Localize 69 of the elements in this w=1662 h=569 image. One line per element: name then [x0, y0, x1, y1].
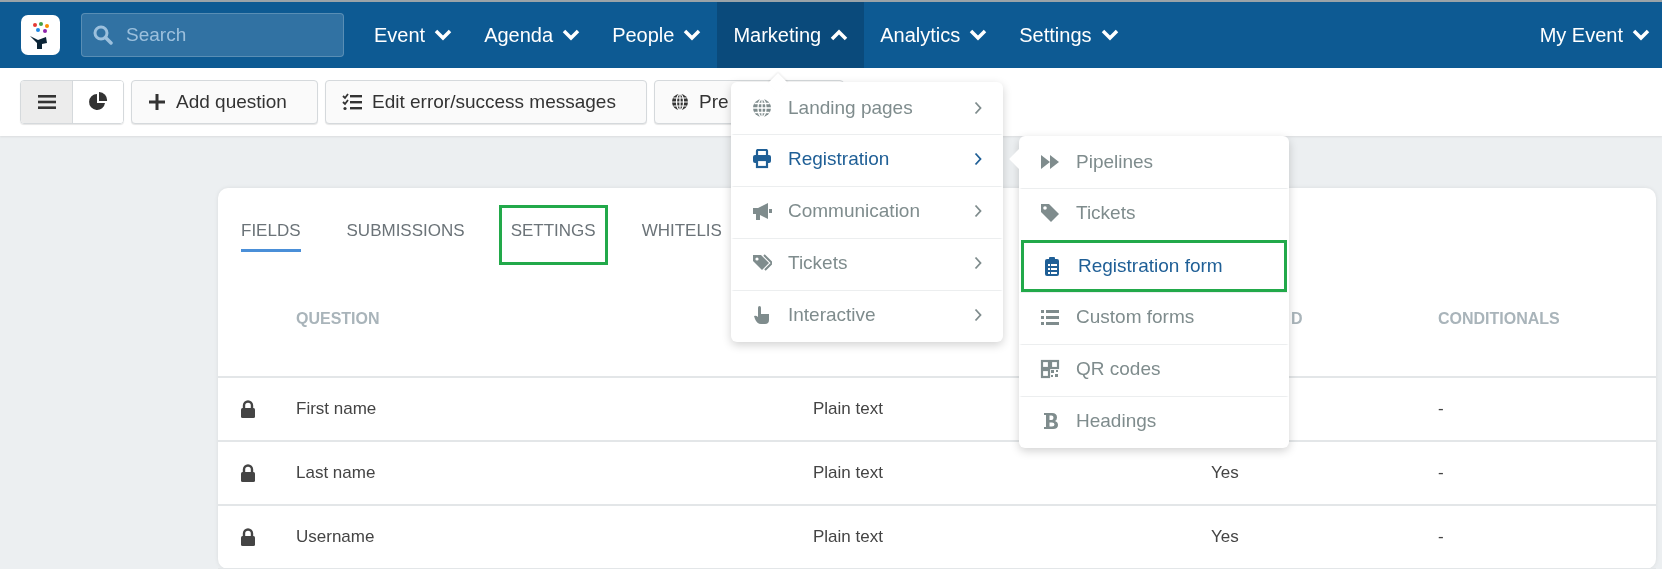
- nav-menu-item[interactable]: Marketing: [717, 2, 865, 68]
- chevron-down-icon: [1632, 29, 1650, 41]
- pointing-hand-icon: [752, 305, 772, 325]
- tab[interactable]: FIELDS: [229, 205, 313, 265]
- plus-icon: [148, 93, 166, 111]
- tags-icon: [752, 253, 772, 273]
- chevron-down-icon: [969, 29, 988, 41]
- menu-item[interactable]: Custom forms: [1019, 292, 1289, 344]
- menu-item[interactable]: QR codes: [1019, 344, 1289, 396]
- tab[interactable]: SETTINGS: [498, 205, 608, 265]
- menu-item[interactable]: Communication: [731, 186, 1003, 238]
- tag-icon: [1040, 203, 1060, 223]
- tab[interactable]: SUBMISSIONS: [334, 205, 477, 265]
- clipboard-list-icon: [1042, 256, 1062, 276]
- menu-item[interactable]: Tickets: [731, 238, 1003, 290]
- list-icon: [1040, 307, 1060, 327]
- logo-icon[interactable]: [21, 15, 60, 55]
- chevron-right-icon: [974, 308, 982, 322]
- fast-forward-icon: [1040, 152, 1060, 172]
- menu-item[interactable]: Headings: [1019, 396, 1289, 448]
- nav-menu-item[interactable]: Settings: [1003, 2, 1135, 68]
- table-cell-text: Plain text: [813, 397, 883, 420]
- column-header: QUESTION: [296, 308, 380, 329]
- menu-item[interactable]: Tickets: [1019, 188, 1289, 240]
- nav-menu-item[interactable]: Analytics: [864, 2, 1004, 68]
- menu-item[interactable]: Pipelines: [1019, 136, 1289, 188]
- chevron-down-icon: [683, 29, 702, 41]
- printer-icon: [752, 149, 772, 169]
- megaphone-icon: [752, 201, 772, 221]
- column-header: D: [1291, 308, 1303, 329]
- nav-menu-item[interactable]: Event: [358, 2, 469, 68]
- menu-icon: [37, 94, 56, 110]
- nav-menu-item[interactable]: People: [596, 2, 718, 68]
- toolbar-button[interactable]: Edit error/success messages: [325, 80, 647, 124]
- pie-chart-icon: [88, 92, 108, 112]
- chevron-right-icon: [974, 152, 982, 166]
- nav-menu-item[interactable]: Agenda: [468, 2, 597, 68]
- table-cell-text: -: [1438, 461, 1444, 484]
- chevron-right-icon: [974, 204, 982, 218]
- chevron-down-icon: [434, 29, 453, 41]
- column-header: CONDITIONALS: [1438, 308, 1560, 329]
- chevron-right-icon: [974, 256, 982, 270]
- checklist-icon: [342, 93, 362, 111]
- toolbar-button[interactable]: Add question: [131, 80, 318, 124]
- chevron-right-icon: [974, 101, 982, 115]
- chevron-up-icon: [830, 29, 849, 41]
- table-cell-text: Yes: [1211, 461, 1239, 484]
- table-cell-text: Plain text: [813, 525, 883, 548]
- chevron-down-icon: [562, 29, 581, 41]
- globe-icon: [752, 98, 772, 118]
- account-menu[interactable]: My Event: [1527, 2, 1662, 68]
- chevron-down-icon: [1100, 29, 1119, 41]
- table-cell-text: -: [1438, 397, 1444, 420]
- search-icon: [93, 25, 113, 45]
- table-cell-text: Plain text: [813, 461, 883, 484]
- menu-item[interactable]: Interactive: [731, 290, 1003, 342]
- list-view-button[interactable]: [21, 81, 72, 123]
- qr-code-icon: [1040, 359, 1060, 379]
- table-cell-text: -: [1438, 525, 1444, 548]
- globe-icon: [671, 93, 689, 111]
- menu-item[interactable]: Registration: [731, 134, 1003, 186]
- tab[interactable]: WHITELIS: [629, 205, 734, 265]
- table-cell-text: Username: [296, 525, 375, 548]
- table-cell-text: First name: [296, 397, 377, 420]
- menu-item[interactable]: Landing pages: [731, 82, 1003, 134]
- table-cell-text: Last name: [296, 461, 376, 484]
- chart-view-button[interactable]: [72, 81, 123, 123]
- menu-item[interactable]: Registration form: [1021, 240, 1287, 292]
- table-cell-text: Yes: [1211, 525, 1239, 548]
